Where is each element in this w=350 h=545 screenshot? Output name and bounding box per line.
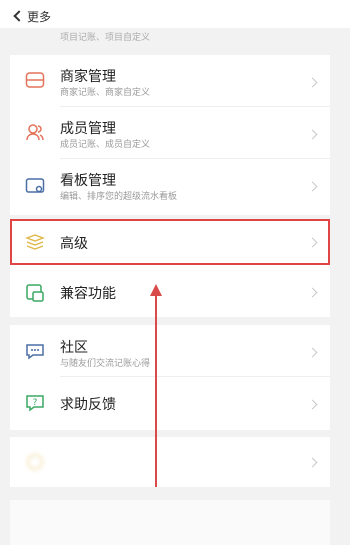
menu-item-title: 成员管理	[60, 121, 116, 137]
chevron-right-icon	[307, 287, 318, 298]
management-card: 商家管理 商家记账、商家自定义 成员管理 成员记账、成员自定义 看板管理 编辑、…	[10, 55, 330, 215]
help-icon: ?	[24, 392, 46, 414]
highlight-box	[10, 219, 330, 265]
members-icon	[24, 121, 46, 143]
community-card: 社区 与随友们交流记账心得 ? 求助反馈	[10, 325, 330, 430]
faded-card	[10, 437, 330, 487]
back-chevron-icon	[13, 10, 25, 22]
menu-item-subtitle: 编辑、排序您的超级流水看板	[60, 192, 178, 202]
menu-item-merchant[interactable]: 商家管理 商家记账、商家自定义	[10, 55, 330, 107]
back-button[interactable]: 更多	[13, 8, 52, 25]
project-subtitle: 项目记账、项目自定义	[60, 33, 151, 43]
shop-icon	[24, 69, 46, 91]
chevron-right-icon	[307, 399, 318, 410]
faded-icon	[24, 451, 46, 473]
dashboard-icon	[24, 175, 46, 197]
faded-card-bottom	[10, 500, 330, 545]
menu-item-subtitle: 与随友们交流记账心得	[60, 359, 151, 369]
menu-item-subtitle: 商家记账、商家自定义	[60, 88, 151, 98]
chevron-right-icon	[307, 457, 318, 468]
annotation-arrowhead	[150, 284, 162, 296]
svg-text:?: ?	[33, 398, 38, 408]
menu-item-title: 社区	[60, 340, 88, 356]
annotation-arrow	[155, 292, 157, 487]
menu-item-title: 商家管理	[60, 69, 116, 85]
chat-icon	[24, 340, 46, 362]
menu-item-members[interactable]: 成员管理 成员记账、成员自定义	[10, 107, 330, 159]
chevron-right-icon	[307, 77, 318, 88]
chevron-right-icon	[307, 181, 318, 192]
chevron-right-icon	[307, 129, 318, 140]
menu-item-title: 求助反馈	[60, 397, 116, 413]
chevron-right-icon	[307, 347, 318, 358]
menu-item-subtitle: 成员记账、成员自定义	[60, 140, 151, 150]
menu-item-title: 兼容功能	[60, 286, 116, 302]
menu-item-title: 看板管理	[60, 173, 116, 189]
menu-item-dashboard[interactable]: 看板管理 编辑、排序您的超级流水看板	[10, 159, 330, 215]
top-bar: 更多	[0, 0, 350, 28]
compat-icon	[24, 282, 46, 304]
menu-item-compat[interactable]: 兼容功能	[10, 269, 330, 317]
menu-item-feedback[interactable]: ? 求助反馈	[10, 377, 330, 430]
back-label: 更多	[27, 10, 52, 24]
menu-item-community[interactable]: 社区 与随友们交流记账心得	[10, 325, 330, 377]
